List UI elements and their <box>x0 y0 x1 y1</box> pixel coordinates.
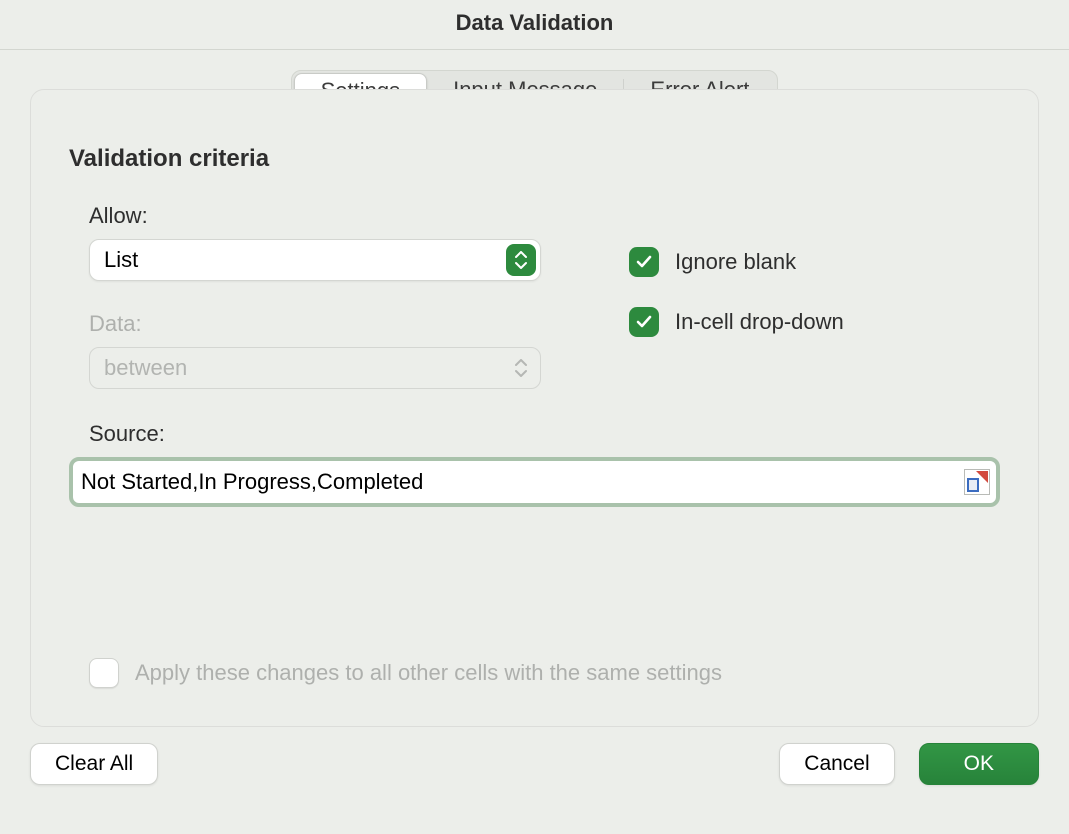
check-icon <box>635 313 653 331</box>
data-select <box>89 347 541 389</box>
in-cell-dropdown-row[interactable]: In-cell drop-down <box>629 307 844 337</box>
source-label: Source: <box>89 421 1000 447</box>
clear-all-button[interactable]: Clear All <box>30 743 158 785</box>
ignore-blank-row[interactable]: Ignore blank <box>629 247 844 277</box>
ok-button[interactable]: OK <box>919 743 1039 785</box>
ignore-blank-label: Ignore blank <box>675 249 796 275</box>
in-cell-dropdown-label: In-cell drop-down <box>675 309 844 335</box>
data-label: Data: <box>89 311 629 337</box>
check-icon <box>635 253 653 271</box>
dialog-title: Data Validation <box>0 0 1069 50</box>
settings-panel: Validation criteria Allow: Data: <box>30 89 1039 727</box>
ignore-blank-checkbox[interactable] <box>629 247 659 277</box>
allow-dropdown-icon[interactable] <box>506 244 536 276</box>
apply-all-checkbox <box>89 658 119 688</box>
allow-label: Allow: <box>89 203 629 229</box>
apply-all-row: Apply these changes to all other cells w… <box>89 658 722 688</box>
range-picker-icon[interactable] <box>964 469 990 495</box>
cancel-button[interactable]: Cancel <box>779 743 894 785</box>
source-field[interactable] <box>69 457 1000 507</box>
data-dropdown-icon <box>506 352 536 384</box>
in-cell-dropdown-checkbox[interactable] <box>629 307 659 337</box>
source-input[interactable] <box>81 461 964 503</box>
allow-select-value[interactable] <box>89 239 541 281</box>
apply-all-label: Apply these changes to all other cells w… <box>135 660 722 686</box>
validation-criteria-heading: Validation criteria <box>69 145 1000 173</box>
dialog-footer: Clear All Cancel OK <box>0 727 1069 785</box>
allow-select[interactable] <box>89 239 541 281</box>
data-select-value <box>89 347 541 389</box>
